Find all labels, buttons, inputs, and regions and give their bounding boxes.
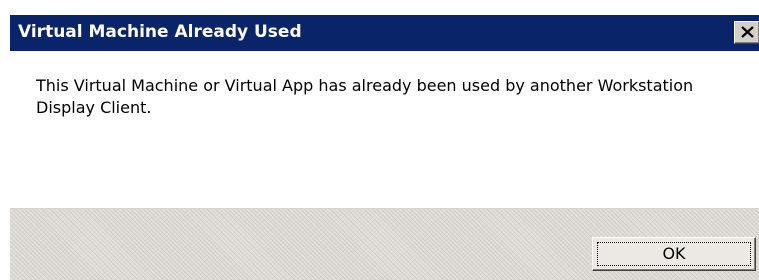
dialog-message: This Virtual Machine or Virtual App has … bbox=[36, 76, 694, 117]
close-button[interactable] bbox=[734, 21, 759, 44]
ok-button[interactable]: OK bbox=[592, 237, 756, 271]
title-bar: Virtual Machine Already Used bbox=[10, 15, 759, 51]
dialog-footer: OK bbox=[10, 208, 759, 280]
dialog-title: Virtual Machine Already Used bbox=[18, 22, 302, 42]
ok-button-label: OK bbox=[662, 244, 686, 263]
dialog-window: Virtual Machine Already Used This Virtua… bbox=[9, 14, 759, 280]
